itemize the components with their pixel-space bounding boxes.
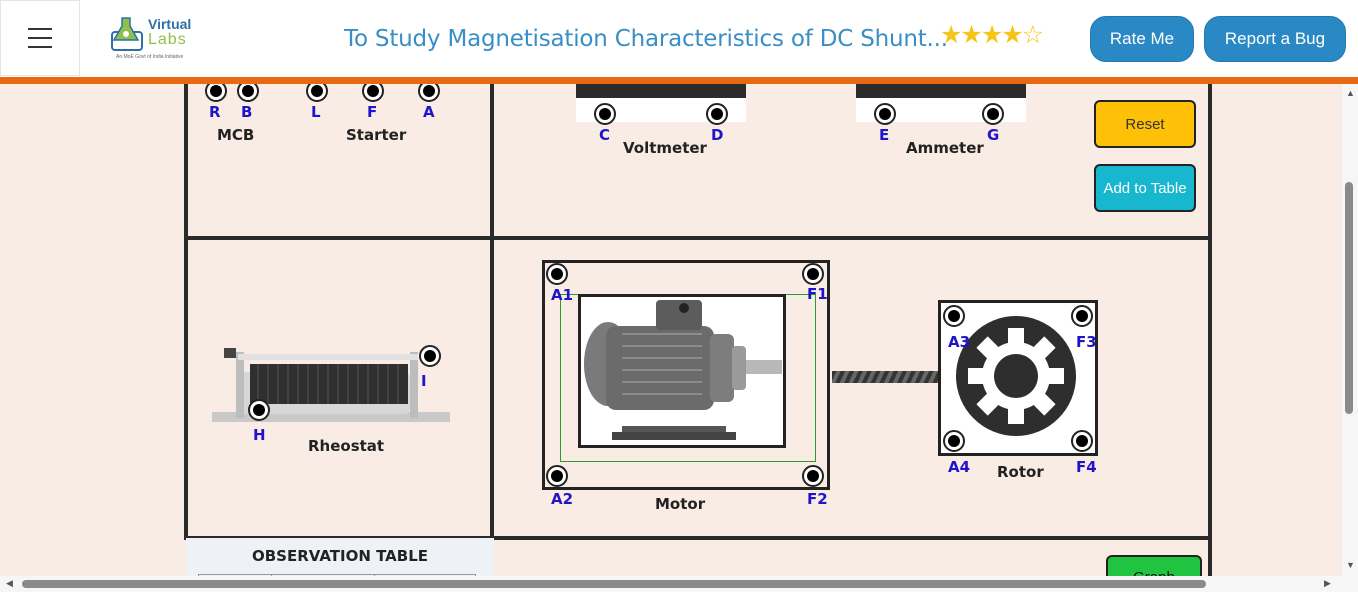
terminal-g[interactable]: [982, 103, 1004, 125]
ammeter-label: Ammeter: [906, 139, 984, 157]
terminal-a4[interactable]: [943, 430, 965, 452]
logo-line2: Labs: [148, 31, 187, 48]
voltmeter-label: Voltmeter: [623, 139, 707, 157]
terminal-d[interactable]: [706, 103, 728, 125]
terminal-label: I: [421, 372, 427, 390]
rate-me-button[interactable]: Rate Me: [1090, 16, 1194, 62]
scroll-down-icon[interactable]: ▼: [1346, 560, 1355, 570]
mcb-label: MCB: [217, 126, 255, 144]
graph-panel: [490, 536, 1212, 576]
motor-label: Motor: [655, 495, 706, 513]
report-bug-button[interactable]: Report a Bug: [1204, 16, 1346, 62]
terminal-label: B: [241, 103, 253, 121]
rotor-image: [956, 316, 1076, 436]
terminal-e[interactable]: [874, 103, 896, 125]
logo-line1: Virtual: [148, 16, 192, 32]
starter-label: Starter: [346, 126, 407, 144]
terminal-label: F4: [1076, 458, 1097, 476]
vertical-scroll-thumb[interactable]: [1345, 182, 1353, 414]
graph-button[interactable]: Graph: [1106, 555, 1202, 576]
power-panel: [184, 84, 494, 240]
terminal-i[interactable]: [419, 345, 441, 367]
terminal-label: R: [209, 103, 221, 121]
terminal-label: A3: [948, 333, 971, 351]
observation-title: OBSERVATION TABLE: [251, 547, 429, 565]
scroll-left-icon[interactable]: ◀: [6, 578, 13, 589]
terminal-label: F3: [1076, 333, 1097, 351]
terminal-label: C: [599, 126, 611, 144]
shaft: [832, 371, 938, 383]
observation-table: OBSERVATION TABLE: [186, 538, 494, 576]
experiment-title: To Study Magnetisation Characteristics o…: [344, 26, 948, 52]
terminal-label: F: [367, 103, 378, 121]
rheostat-image: [212, 348, 450, 422]
terminal-f3[interactable]: [1071, 305, 1093, 327]
terminal-f2[interactable]: [802, 465, 824, 487]
simulation-area: R B L F A MCB Starter C D Voltmeter E G …: [0, 84, 1342, 576]
navbar: Virtual Labs An MoE Govt of India Initia…: [0, 0, 1358, 78]
terminal-label: A1: [551, 286, 574, 304]
rating-stars[interactable]: ★★★★☆: [940, 20, 1044, 50]
terminal-f4[interactable]: [1071, 430, 1093, 452]
terminal-label: A4: [948, 458, 971, 476]
terminal-label: A2: [551, 490, 574, 508]
vertical-scrollbar[interactable]: ▲ ▼: [1342, 84, 1358, 576]
terminal-f1[interactable]: [802, 263, 824, 285]
motor-image: [584, 300, 782, 440]
hamburger-icon[interactable]: [0, 0, 80, 76]
terminal-label: F1: [807, 285, 828, 303]
terminal-label: F2: [807, 490, 828, 508]
terminal-a1[interactable]: [546, 263, 568, 285]
terminal-label: D: [711, 126, 724, 144]
rheostat-label: Rheostat: [308, 437, 385, 455]
add-to-table-button[interactable]: Add to Table: [1094, 164, 1196, 212]
flask-icon: [111, 17, 143, 51]
terminal-c[interactable]: [594, 103, 616, 125]
terminal-label: L: [311, 103, 321, 121]
horizontal-scroll-thumb[interactable]: [22, 580, 1206, 588]
terminal-label: E: [879, 126, 890, 144]
logo-tagline: An MoE Govt of India Initiative: [116, 54, 184, 60]
terminal-a3[interactable]: [943, 305, 965, 327]
scroll-right-icon[interactable]: ▶: [1324, 578, 1331, 589]
scroll-up-icon[interactable]: ▲: [1346, 88, 1355, 98]
terminal-label: A: [423, 103, 435, 121]
rotor-label: Rotor: [997, 463, 1044, 481]
reset-button[interactable]: Reset: [1094, 100, 1196, 148]
terminal-h[interactable]: [248, 399, 270, 421]
virtual-labs-logo[interactable]: Virtual Labs An MoE Govt of India Initia…: [108, 12, 208, 64]
terminal-label: G: [987, 126, 1000, 144]
terminal-label: H: [253, 426, 266, 444]
horizontal-scrollbar[interactable]: ◀ ▶: [0, 576, 1358, 592]
header-accent-bar: [0, 77, 1358, 84]
terminal-a2[interactable]: [546, 465, 568, 487]
